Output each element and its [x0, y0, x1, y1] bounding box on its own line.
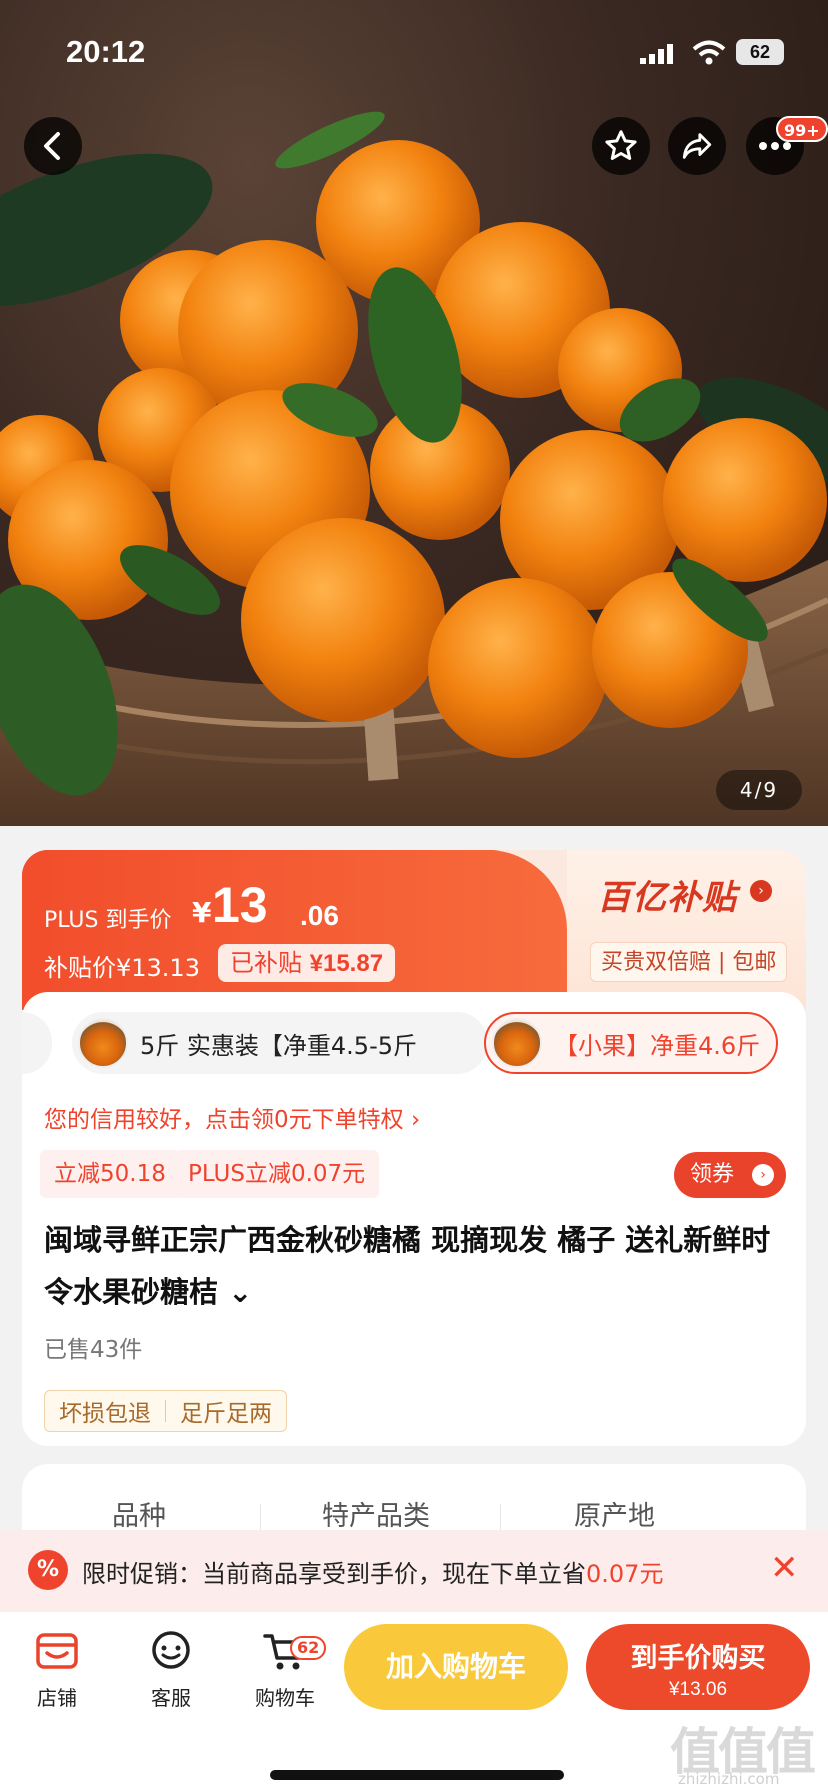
image-page-indicator: 4/9: [716, 770, 802, 810]
divider: [260, 1504, 261, 1532]
cart-label: 购物车: [255, 1686, 315, 1710]
guarantee-item: 足斤足两: [180, 1401, 272, 1427]
store-tab[interactable]: 店铺: [12, 1626, 102, 1711]
promo-tag: 立减50.18: [40, 1150, 180, 1198]
buy-now-price: ¥13.06: [668, 1679, 728, 1700]
product-title[interactable]: 闽域寻鲜正宗广西金秋砂糖橘 现摘现发 橘子 送礼新鲜时令水果砂糖桔 ⌄: [44, 1214, 788, 1318]
add-to-cart-button[interactable]: 加入购物车: [344, 1624, 568, 1710]
chevron-right-icon: ›: [752, 1164, 774, 1186]
share-button[interactable]: [668, 117, 726, 175]
variant-thumbnail: [78, 1018, 128, 1068]
chevron-left-icon: [44, 132, 60, 160]
status-bar: 20:12 62: [0, 30, 828, 74]
service-guarantees[interactable]: 坏损包退 足斤足两: [44, 1390, 287, 1432]
variant-option-1[interactable]: 5斤 实惠装【净重4.5-5斤: [72, 1012, 488, 1074]
spec-heading-origin: 原产地: [574, 1501, 655, 1532]
chevron-right-icon: ›: [750, 880, 772, 902]
price-integer: 13: [212, 877, 268, 933]
price-decimal: .06: [300, 900, 339, 931]
customer-service-icon: [152, 1631, 190, 1669]
cart-count-badge: 62: [290, 1636, 327, 1660]
promo-message-text: 限时促销：当前商品享受到手价，现在下单立省: [82, 1560, 586, 1588]
subsidy-price: 补贴价¥13.13: [44, 954, 200, 982]
variant-label: 【小果】净重4.6斤: [554, 1031, 761, 1060]
discount-icon: %: [28, 1550, 68, 1590]
spec-heading-variety: 品种: [112, 1501, 166, 1532]
service-tab[interactable]: 客服: [126, 1626, 216, 1711]
variant-option-prev[interactable]: [22, 1012, 52, 1074]
wifi-icon: [692, 40, 726, 65]
product-image-carousel[interactable]: 20:12 62 99+ 4/9: [0, 0, 828, 826]
limited-promo-bar: % 限时促销：当前商品享受到手价，现在下单立省0.07元 ✕: [0, 1530, 828, 1612]
favorite-button[interactable]: [592, 117, 650, 175]
star-icon: [605, 130, 637, 160]
notification-badge: 99+: [776, 116, 828, 142]
plus-price-label: PLUS 到手价: [44, 908, 172, 933]
store-label: 店铺: [37, 1686, 77, 1710]
product-info-card: 5斤 实惠装【净重4.5-5斤 【小果】净重4.6斤 您的信用较好，点击领0元下…: [22, 992, 806, 1446]
service-label: 客服: [151, 1686, 191, 1710]
promo-message: 限时促销：当前商品享受到手价，现在下单立省0.07元: [82, 1554, 663, 1589]
store-icon: [36, 1633, 78, 1669]
guarantee-item: 坏损包退: [59, 1401, 151, 1427]
spec-heading-category: 特产品类: [322, 1501, 430, 1532]
variant-thumbnail: [492, 1018, 542, 1068]
price-banner: PLUS 到手价 ¥ 13 .06 补贴价¥13.13 已补贴 ¥15.87 百…: [22, 850, 806, 1010]
sold-count: 已售43件: [44, 1337, 143, 1363]
watermark-url: zhizhizhi.com: [678, 1770, 780, 1788]
price-banner-left: PLUS 到手价 ¥ 13 .06 补贴价¥13.13 已补贴 ¥15.87: [22, 850, 567, 1010]
coupon-label: 领券: [690, 1162, 735, 1187]
credit-privilege-link[interactable]: 您的信用较好，点击领0元下单特权 ›: [44, 1100, 420, 1134]
promo-saving-amount: 0.07元: [586, 1560, 664, 1588]
home-indicator: [270, 1770, 564, 1780]
cellular-signal-icon: [640, 44, 673, 64]
subsidized-label: 已补贴: [230, 949, 302, 977]
bybt-guarantee-tag: 买贵双倍赔 | 包邮: [590, 942, 788, 982]
variant-label: 5斤 实惠装【净重4.5-5斤: [140, 1031, 417, 1060]
bybt-panel[interactable]: 百亿补贴 › 买贵双倍赔 | 包邮: [567, 850, 806, 1010]
variant-option-2[interactable]: 【小果】净重4.6斤: [484, 1012, 778, 1074]
bottom-action-bar: 店铺 客服 购物车 62 加入购物车 到手价购买 ¥13.06 值值值 zhiz…: [0, 1612, 828, 1792]
subsidized-amount: ¥15.87: [309, 950, 384, 977]
currency-symbol: ¥: [192, 896, 212, 929]
bybt-logo: 百亿补贴: [597, 878, 737, 918]
buy-now-label: 到手价购买: [630, 1643, 766, 1674]
buy-now-button[interactable]: 到手价购买 ¥13.06: [586, 1624, 810, 1710]
divider: [500, 1504, 501, 1532]
cart-tab[interactable]: 购物车 62: [240, 1626, 330, 1711]
get-coupon-button[interactable]: 领券 ›: [674, 1152, 786, 1198]
more-dots-icon: [759, 142, 791, 150]
battery-icon: 62: [736, 39, 784, 65]
share-icon: [682, 133, 712, 159]
status-time: 20:12: [66, 34, 146, 69]
close-icon[interactable]: ✕: [770, 1548, 799, 1588]
subsidized-amount-chip: 已补贴 ¥15.87: [218, 944, 396, 982]
promo-tag-plus: PLUS立减0.07元: [174, 1150, 380, 1198]
back-button[interactable]: [24, 117, 82, 175]
